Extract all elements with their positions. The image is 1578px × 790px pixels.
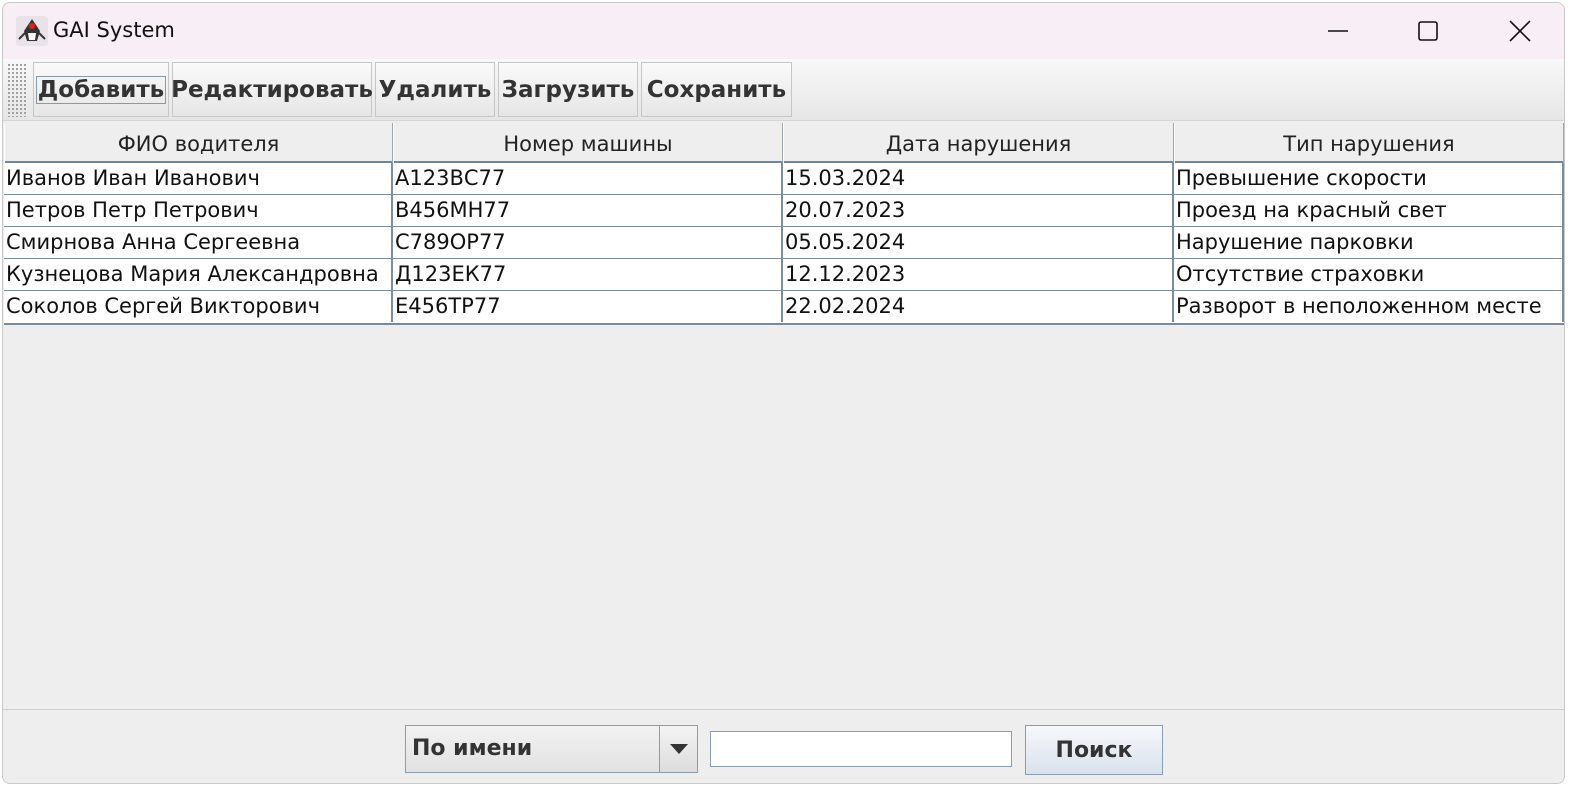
maximize-button[interactable] xyxy=(1383,3,1473,59)
java-duke-icon xyxy=(16,16,48,46)
search-mode-select[interactable]: По имени xyxy=(405,725,698,773)
table-header: ФИО водителя Номер машины Дата нарушения… xyxy=(4,123,1564,163)
table-row[interactable]: Кузнецова Мария Александровна Д123ЕК77 1… xyxy=(4,259,1564,291)
table-row[interactable]: Иванов Иван Иванович А123ВС77 15.03.2024… xyxy=(4,163,1564,195)
cell-violation-type[interactable]: Превышение скорости xyxy=(1174,163,1564,194)
cell-violation-date[interactable]: 15.03.2024 xyxy=(783,163,1174,194)
dropdown-button[interactable] xyxy=(659,726,697,772)
edit-button-label: Редактировать xyxy=(171,76,373,103)
add-button[interactable]: Добавить xyxy=(33,62,169,117)
delete-button-label: Удалить xyxy=(378,76,492,103)
table-row[interactable]: Соколов Сергей Викторович Е456ТР77 22.02… xyxy=(4,291,1564,323)
window-title: GAI System xyxy=(53,18,175,42)
close-icon xyxy=(1509,20,1531,42)
column-header-violation-type[interactable]: Тип нарушения xyxy=(1174,123,1564,163)
load-button-label: Загрузить xyxy=(501,76,635,103)
cell-driver-name[interactable]: Смирнова Анна Сергеевна xyxy=(4,227,393,258)
title-bar: GAI System xyxy=(3,3,1564,59)
search-bar: По имени Поиск xyxy=(3,709,1564,783)
cell-car-number[interactable]: А123ВС77 xyxy=(393,163,783,194)
minimize-icon xyxy=(1328,30,1348,32)
table-body: Иванов Иван Иванович А123ВС77 15.03.2024… xyxy=(4,163,1564,325)
cell-violation-type[interactable]: Разворот в неположенном месте xyxy=(1174,291,1564,322)
cell-driver-name[interactable]: Петров Петр Петрович xyxy=(4,195,393,226)
cell-car-number[interactable]: С789ОР77 xyxy=(393,227,783,258)
cell-violation-date[interactable]: 22.02.2024 xyxy=(783,291,1174,322)
cell-driver-name[interactable]: Кузнецова Мария Александровна xyxy=(4,259,393,290)
cell-driver-name[interactable]: Иванов Иван Иванович xyxy=(4,163,393,194)
table-row[interactable]: Смирнова Анна Сергеевна С789ОР77 05.05.2… xyxy=(4,227,1564,259)
cell-violation-date[interactable]: 05.05.2024 xyxy=(783,227,1174,258)
table-row[interactable]: Петров Петр Петрович В456МН77 20.07.2023… xyxy=(4,195,1564,227)
close-button[interactable] xyxy=(1475,3,1564,59)
search-input[interactable] xyxy=(710,731,1012,767)
cell-violation-date[interactable]: 12.12.2023 xyxy=(783,259,1174,290)
cell-violation-type[interactable]: Отсутствие страховки xyxy=(1174,259,1564,290)
cell-violation-type[interactable]: Нарушение парковки xyxy=(1174,227,1564,258)
column-header-car-number[interactable]: Номер машины xyxy=(393,123,783,163)
cell-car-number[interactable]: В456МН77 xyxy=(393,195,783,226)
save-button-label: Сохранить xyxy=(646,76,787,103)
edit-button[interactable]: Редактировать xyxy=(171,62,373,117)
column-header-driver-name[interactable]: ФИО водителя xyxy=(4,123,393,163)
cell-driver-name[interactable]: Соколов Сергей Викторович xyxy=(4,291,393,322)
cell-car-number[interactable]: Е456ТР77 xyxy=(393,291,783,322)
load-button[interactable]: Загрузить xyxy=(498,62,638,117)
search-mode-value: По имени xyxy=(412,736,533,761)
toolbar-drag-handle[interactable] xyxy=(7,63,27,117)
delete-button[interactable]: Удалить xyxy=(375,62,495,117)
minimize-button[interactable] xyxy=(1293,3,1383,59)
column-header-violation-date[interactable]: Дата нарушения xyxy=(783,123,1174,163)
chevron-down-icon xyxy=(669,744,688,754)
maximize-icon xyxy=(1418,21,1438,41)
cell-car-number[interactable]: Д123ЕК77 xyxy=(393,259,783,290)
add-button-label: Добавить xyxy=(35,75,167,104)
search-button[interactable]: Поиск xyxy=(1025,725,1163,775)
cell-violation-date[interactable]: 20.07.2023 xyxy=(783,195,1174,226)
app-window: GAI System Добавить Редактировать Удалит… xyxy=(2,2,1565,784)
toolbar: Добавить Редактировать Удалить Загрузить… xyxy=(3,59,1564,121)
search-button-label: Поиск xyxy=(1055,737,1133,763)
cell-violation-type[interactable]: Проезд на красный свет xyxy=(1174,195,1564,226)
save-button[interactable]: Сохранить xyxy=(641,62,792,117)
